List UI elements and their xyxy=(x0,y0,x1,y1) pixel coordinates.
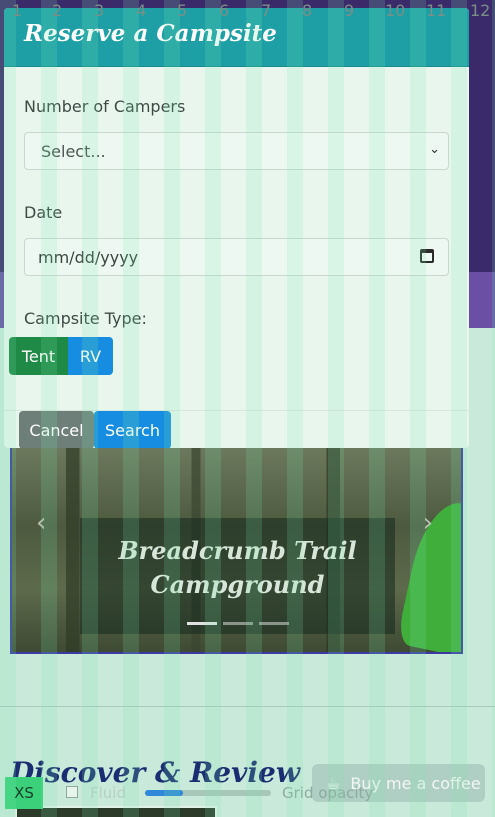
caption-line-2: Campground xyxy=(150,570,325,599)
grid-opacity-label: Grid opacity xyxy=(282,784,374,802)
grid-opacity-slider[interactable] xyxy=(145,790,271,796)
indicator-2[interactable] xyxy=(223,622,253,625)
date-input[interactable]: mm/dd/yyyy xyxy=(24,238,449,276)
date-label: Date xyxy=(24,203,63,222)
modal-title: Reserve a Campsite xyxy=(24,20,277,47)
tent-button[interactable]: Tent xyxy=(9,337,68,375)
modal-header: Reserve a Campsite xyxy=(4,8,469,67)
cancel-button[interactable]: Cancel xyxy=(19,411,94,448)
campers-select-value: Select... xyxy=(41,142,106,161)
chevron-down-icon: ⌄ xyxy=(429,142,440,157)
section-divider xyxy=(0,706,495,707)
campsite-type-toggle: Tent RV xyxy=(9,337,113,375)
campground-carousel[interactable]: Breadcrumb Trail Campground ‹ › xyxy=(10,440,463,654)
breakpoint-badge: XS xyxy=(5,777,43,809)
campers-label: Number of Campers xyxy=(24,97,186,116)
caption-line-1: Breadcrumb Trail xyxy=(118,536,357,565)
carousel-caption: Breadcrumb Trail Campground xyxy=(80,534,395,602)
chevron-right-icon[interactable]: › xyxy=(423,508,433,538)
discover-heading: Discover & Review xyxy=(10,756,300,789)
reserve-campsite-modal: Reserve a Campsite Number of Campers Sel… xyxy=(4,8,469,448)
date-placeholder: mm/dd/yyyy xyxy=(38,248,139,267)
fluid-checkbox[interactable] xyxy=(66,786,78,798)
search-button[interactable]: Search xyxy=(94,411,171,448)
rv-button[interactable]: RV xyxy=(68,337,113,375)
campers-select[interactable]: Select... ⌄ xyxy=(24,132,449,170)
grid-opacity-fill xyxy=(145,790,183,796)
fluid-label: Fluid xyxy=(90,784,126,802)
discover-thumbnail xyxy=(15,806,217,817)
carousel-indicators xyxy=(187,622,289,625)
indicator-1[interactable] xyxy=(187,622,217,625)
campsite-type-label: Campsite Type: xyxy=(24,309,147,328)
chevron-left-icon[interactable]: ‹ xyxy=(36,508,46,538)
calendar-icon[interactable] xyxy=(420,249,434,263)
indicator-3[interactable] xyxy=(259,622,289,625)
